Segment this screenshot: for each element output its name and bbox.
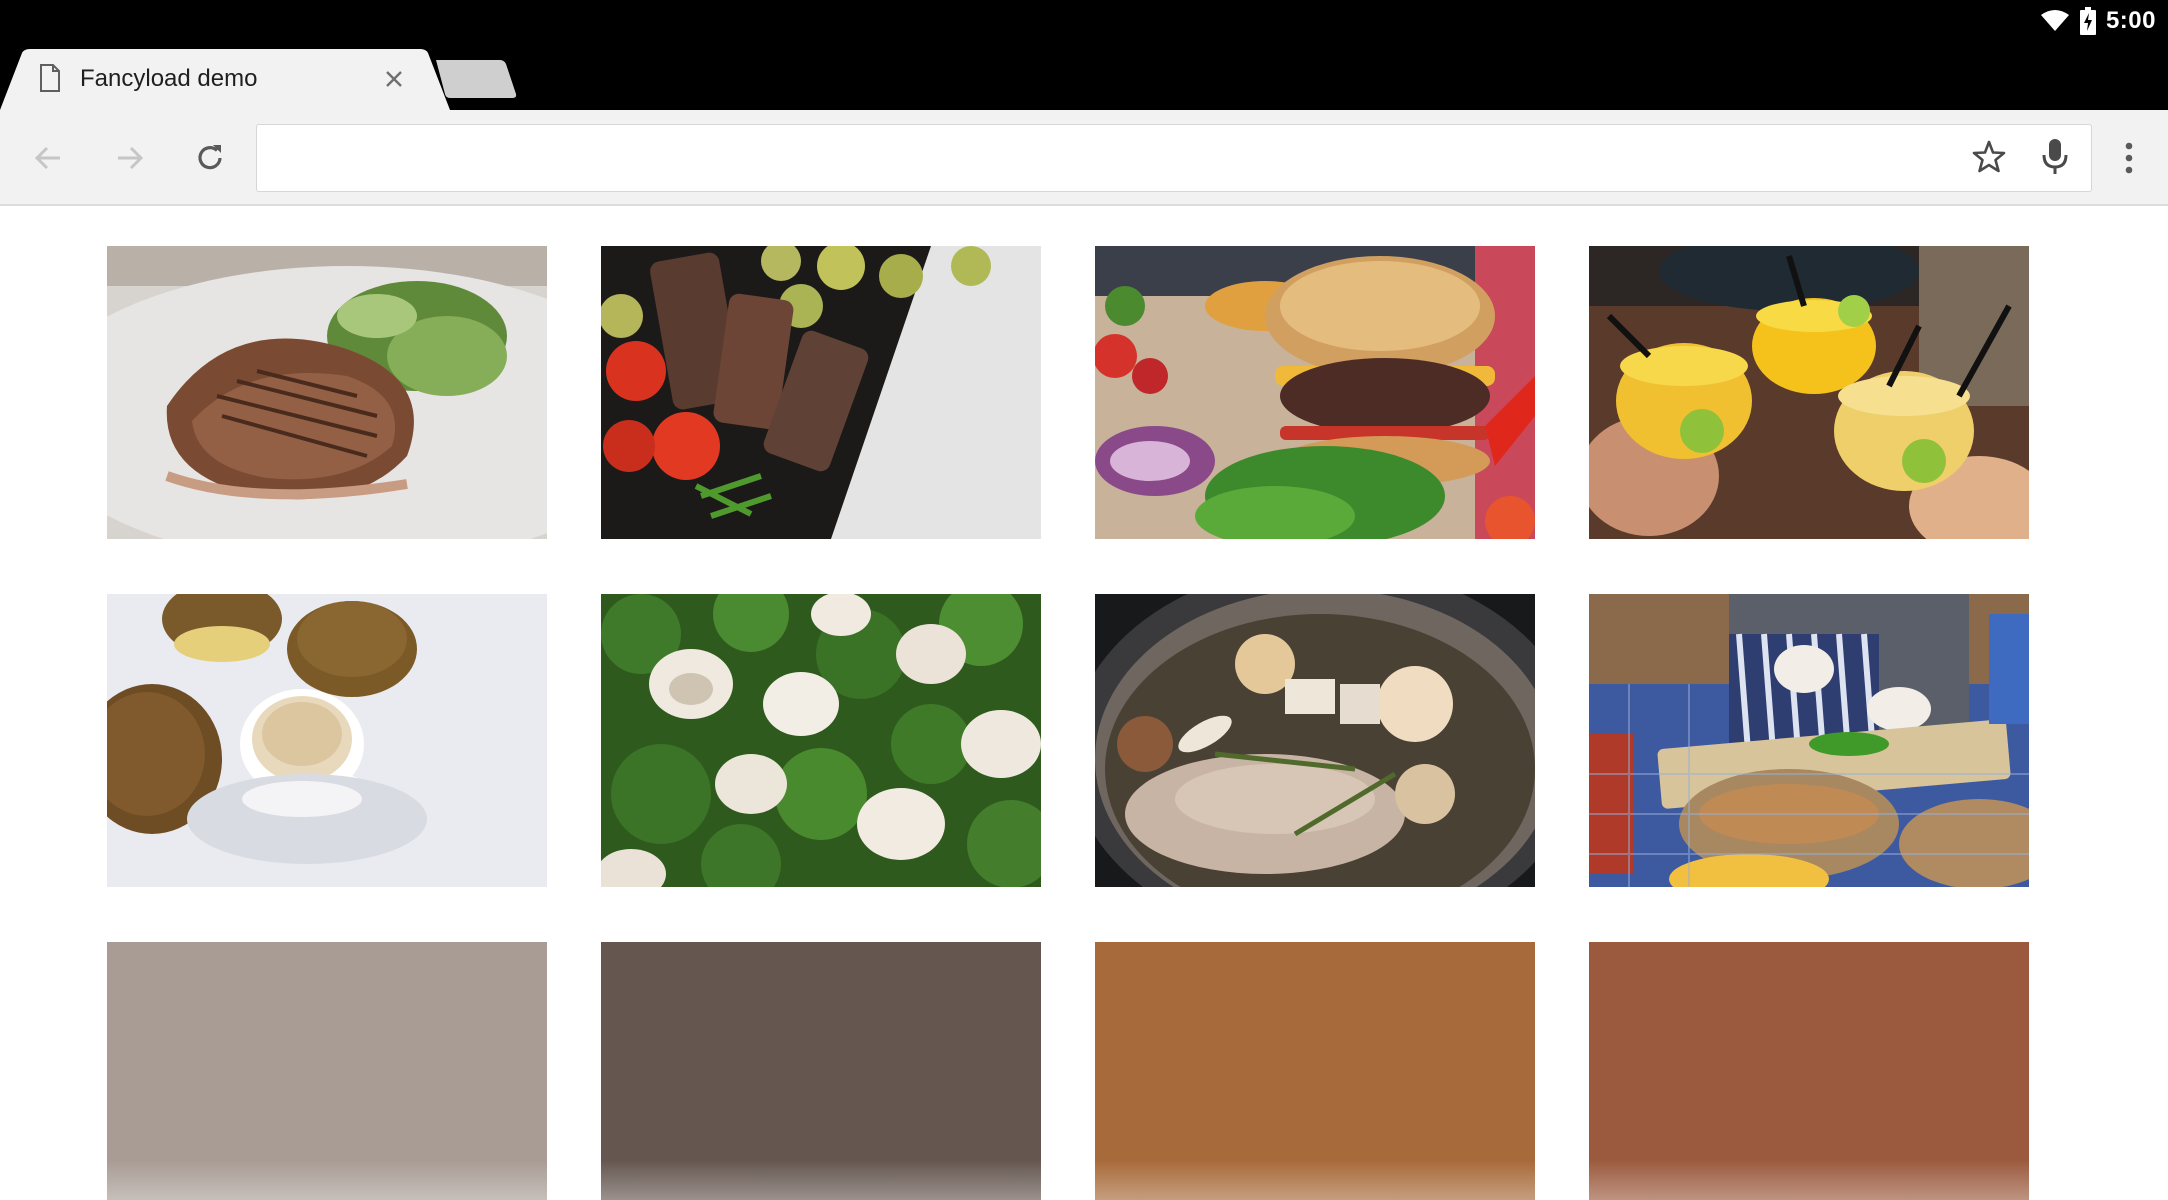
- gallery-placeholder-1[interactable]: [107, 942, 547, 1200]
- status-bar: 5:00: [2040, 6, 2156, 36]
- gallery-placeholder-3[interactable]: [1095, 942, 1535, 1200]
- battery-charging-icon: [2079, 7, 2096, 35]
- gallery-photo-chicken-soup[interactable]: [1095, 594, 1535, 887]
- gallery-photo-steak-tomatoes[interactable]: [601, 246, 1041, 539]
- status-time: 5:00: [2105, 7, 2156, 34]
- close-tab-icon[interactable]: [382, 67, 406, 91]
- arrow-forward-icon: [118, 146, 144, 170]
- arrow-back-icon: [34, 146, 60, 170]
- back-button[interactable]: [28, 138, 68, 178]
- browser-toolbar: [0, 110, 2168, 206]
- gallery-photo-chef-chopping[interactable]: [1589, 594, 2029, 887]
- reload-icon: [198, 145, 222, 170]
- gallery-photo-broccoli-mushrooms[interactable]: [601, 594, 1041, 887]
- new-tab-button[interactable]: [436, 60, 518, 103]
- tab-title: Fancyload demo: [80, 65, 258, 92]
- gallery-photo-burger[interactable]: [1095, 246, 1535, 539]
- reload-button[interactable]: [190, 138, 230, 178]
- gallery-placeholder-4[interactable]: [1589, 942, 2029, 1200]
- tab-fancyload-demo[interactable]: Fancyload demo: [0, 49, 450, 110]
- gallery-photo-muffins-coffee[interactable]: [107, 594, 547, 887]
- forward-button[interactable]: [110, 138, 150, 178]
- more-vert-icon[interactable]: [2114, 138, 2144, 178]
- gallery-photo-cocktails[interactable]: [1589, 246, 2029, 539]
- bookmark-star-icon[interactable]: [1971, 139, 2007, 180]
- address-bar[interactable]: [256, 124, 2092, 192]
- page-icon: [39, 64, 61, 97]
- gallery-photo-steak[interactable]: [107, 246, 547, 539]
- mic-icon[interactable]: [2041, 137, 2069, 182]
- browser-top-bar: 5:00 Fancyload demo: [0, 0, 2168, 110]
- page-content: [0, 208, 2168, 1200]
- url-input[interactable]: [277, 139, 1957, 179]
- gallery-placeholder-2[interactable]: [601, 942, 1041, 1200]
- wifi-icon: [2040, 9, 2070, 33]
